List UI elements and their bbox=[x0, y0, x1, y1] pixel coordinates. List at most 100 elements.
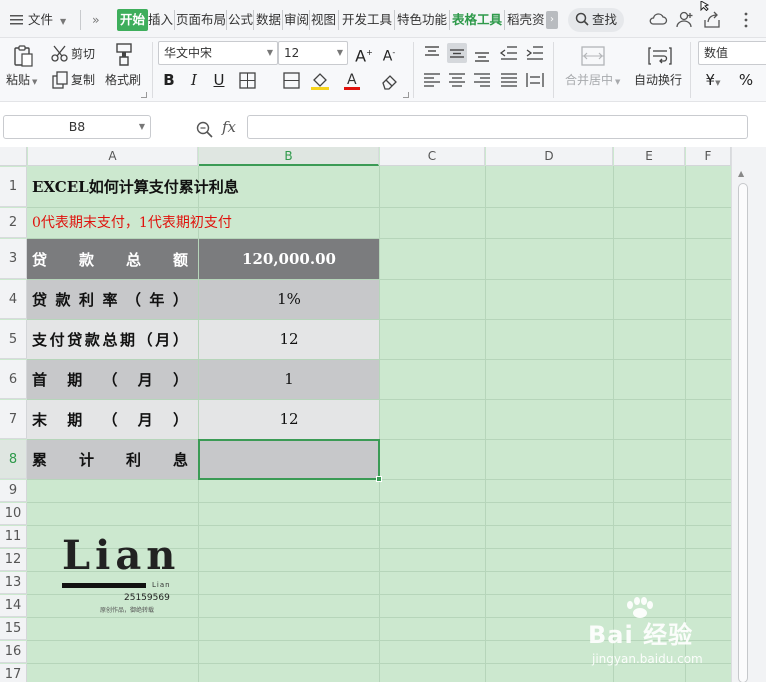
row-header-2[interactable]: 2 bbox=[0, 208, 27, 238]
align-right-icon[interactable] bbox=[472, 70, 492, 90]
row-header-5[interactable]: 5 bbox=[0, 320, 27, 359]
scroll-up-icon[interactable]: ▲ bbox=[738, 169, 744, 178]
copy-icon[interactable] bbox=[50, 70, 70, 90]
grow-font-button[interactable]: A+ bbox=[354, 43, 374, 65]
row-header-14[interactable]: 14 bbox=[0, 595, 27, 617]
paste-button[interactable]: 粘贴 ▼ bbox=[6, 72, 37, 90]
tab-insert[interactable]: 插入 bbox=[148, 9, 173, 31]
paste-icon[interactable] bbox=[11, 44, 35, 68]
align-bottom-icon[interactable] bbox=[472, 43, 492, 63]
wrap-text-icon[interactable] bbox=[647, 44, 673, 68]
annual-rate-value[interactable]: 1% bbox=[199, 280, 379, 319]
underline-button[interactable]: U bbox=[209, 70, 229, 90]
cloud-sync-icon[interactable] bbox=[648, 10, 668, 30]
zoom-icon[interactable] bbox=[196, 121, 214, 142]
row-header-17[interactable]: 17 bbox=[0, 664, 27, 682]
tab-home[interactable]: 开始 bbox=[117, 9, 149, 31]
column-header-d[interactable]: D bbox=[486, 147, 613, 166]
row-header-15[interactable]: 15 bbox=[0, 618, 27, 640]
align-center-icon[interactable] bbox=[447, 70, 467, 90]
search-button[interactable]: 查找 bbox=[568, 8, 624, 32]
tab-docer[interactable]: 稻壳资 bbox=[507, 9, 545, 31]
copy-button[interactable]: 复制 bbox=[71, 72, 95, 88]
formula-input[interactable] bbox=[247, 115, 748, 139]
tab-table-tools[interactable]: 表格工具 bbox=[452, 9, 502, 31]
align-middle-icon[interactable] bbox=[447, 43, 467, 63]
distributed-align-icon[interactable] bbox=[525, 70, 545, 90]
wrap-text-button[interactable]: 自动换行 bbox=[634, 72, 682, 88]
loan-amount-value[interactable]: 120,000.00 bbox=[199, 239, 379, 279]
sheet-title[interactable]: EXCEL如何计算支付累计利息 bbox=[32, 167, 392, 207]
justify-icon[interactable] bbox=[499, 70, 519, 90]
tab-developer[interactable]: 开发工具 bbox=[342, 9, 392, 31]
italic-button[interactable]: I bbox=[184, 70, 204, 90]
row-header-11[interactable]: 11 bbox=[0, 526, 27, 548]
border-icon[interactable] bbox=[238, 71, 258, 91]
bold-button[interactable]: B bbox=[159, 70, 179, 90]
row-header-4[interactable]: 4 bbox=[0, 280, 27, 319]
shrink-font-button[interactable]: A- bbox=[379, 43, 399, 65]
font-name-select[interactable]: 华文中宋 ▼ bbox=[158, 41, 278, 65]
tab-review[interactable]: 审阅 bbox=[284, 9, 309, 31]
merge-center-button[interactable]: 合并居中 ▼ bbox=[565, 72, 620, 90]
annual-rate-label[interactable]: 贷款利率 （ 年 ） bbox=[27, 280, 198, 319]
row-header-16[interactable]: 16 bbox=[0, 641, 27, 663]
collaborate-icon[interactable] bbox=[675, 10, 695, 30]
spreadsheet-grid[interactable]: A B C D E F 1 2 3 4 5 6 7 8 9 10 11 12 1… bbox=[0, 147, 766, 682]
row-header-13[interactable]: 13 bbox=[0, 572, 27, 594]
end-period-label[interactable]: 末 期 （ 月 ） bbox=[27, 400, 198, 439]
name-box[interactable]: B8 ▼ bbox=[3, 115, 151, 139]
select-all-corner[interactable] bbox=[0, 147, 27, 166]
fill-color-icon[interactable] bbox=[310, 71, 330, 91]
column-header-f[interactable]: F bbox=[686, 147, 731, 166]
loan-amount-label[interactable]: 贷款总额 bbox=[27, 239, 198, 279]
fx-icon[interactable]: fx bbox=[222, 118, 236, 136]
format-painter-icon[interactable] bbox=[111, 42, 137, 68]
font-color-icon[interactable]: A bbox=[343, 71, 363, 91]
currency-format-button[interactable]: ¥▼ bbox=[703, 70, 723, 90]
increase-indent-icon[interactable] bbox=[525, 43, 545, 63]
vertical-scrollbar[interactable]: ▲ bbox=[731, 147, 766, 682]
tab-view[interactable]: 视图 bbox=[311, 9, 336, 31]
start-period-value[interactable]: 1 bbox=[199, 360, 379, 399]
more-tabs-button[interactable]: » bbox=[92, 10, 100, 30]
row-header-6[interactable]: 6 bbox=[0, 360, 27, 399]
column-header-b[interactable]: B bbox=[199, 147, 379, 166]
number-format-select[interactable]: 数值 bbox=[698, 41, 766, 65]
total-periods-label[interactable]: 支付贷款总期（月） bbox=[27, 320, 198, 359]
more-options-icon[interactable] bbox=[736, 10, 756, 30]
row-header-7[interactable]: 7 bbox=[0, 400, 27, 439]
font-size-select[interactable]: 12 ▼ bbox=[278, 41, 348, 65]
start-period-label[interactable]: 首 期 （ 月 ） bbox=[27, 360, 198, 399]
row-header-10[interactable]: 10 bbox=[0, 503, 27, 525]
percent-format-button[interactable]: % bbox=[736, 70, 756, 90]
tab-special-features[interactable]: 特色功能 bbox=[397, 9, 447, 31]
row-header-1[interactable]: 1 bbox=[0, 167, 27, 207]
file-menu[interactable]: 文件 ▼ bbox=[10, 10, 66, 30]
row-header-8[interactable]: 8 bbox=[0, 440, 27, 479]
column-header-c[interactable]: C bbox=[380, 147, 485, 166]
end-period-value[interactable]: 12 bbox=[199, 400, 379, 439]
column-header-a[interactable]: A bbox=[28, 147, 198, 166]
merge-cells-small-icon[interactable] bbox=[282, 71, 302, 91]
tabs-scroll-right-button[interactable]: › bbox=[546, 11, 558, 29]
cumulative-interest-cell-selected[interactable] bbox=[198, 439, 380, 480]
tab-data[interactable]: 数据 bbox=[256, 9, 281, 31]
clear-format-icon[interactable] bbox=[380, 71, 400, 91]
row-header-3[interactable]: 3 bbox=[0, 239, 27, 279]
cumulative-interest-label[interactable]: 累计利息 bbox=[27, 440, 198, 479]
scrollbar-thumb[interactable] bbox=[738, 183, 748, 682]
merge-center-icon[interactable] bbox=[580, 44, 606, 68]
tab-formulas[interactable]: 公式 bbox=[228, 9, 253, 31]
decrease-indent-icon[interactable] bbox=[499, 43, 519, 63]
fill-handle[interactable] bbox=[376, 476, 382, 482]
row-header-9[interactable]: 9 bbox=[0, 480, 27, 502]
total-periods-value[interactable]: 12 bbox=[199, 320, 379, 359]
row-header-12[interactable]: 12 bbox=[0, 549, 27, 571]
tab-page-layout[interactable]: 页面布局 bbox=[176, 9, 226, 31]
align-left-icon[interactable] bbox=[422, 70, 442, 90]
column-header-e[interactable]: E bbox=[614, 147, 685, 166]
payment-type-note[interactable]: 0代表期末支付，1代表期初支付 bbox=[32, 208, 392, 238]
align-top-icon[interactable] bbox=[422, 43, 442, 63]
scissors-icon[interactable] bbox=[50, 44, 70, 64]
